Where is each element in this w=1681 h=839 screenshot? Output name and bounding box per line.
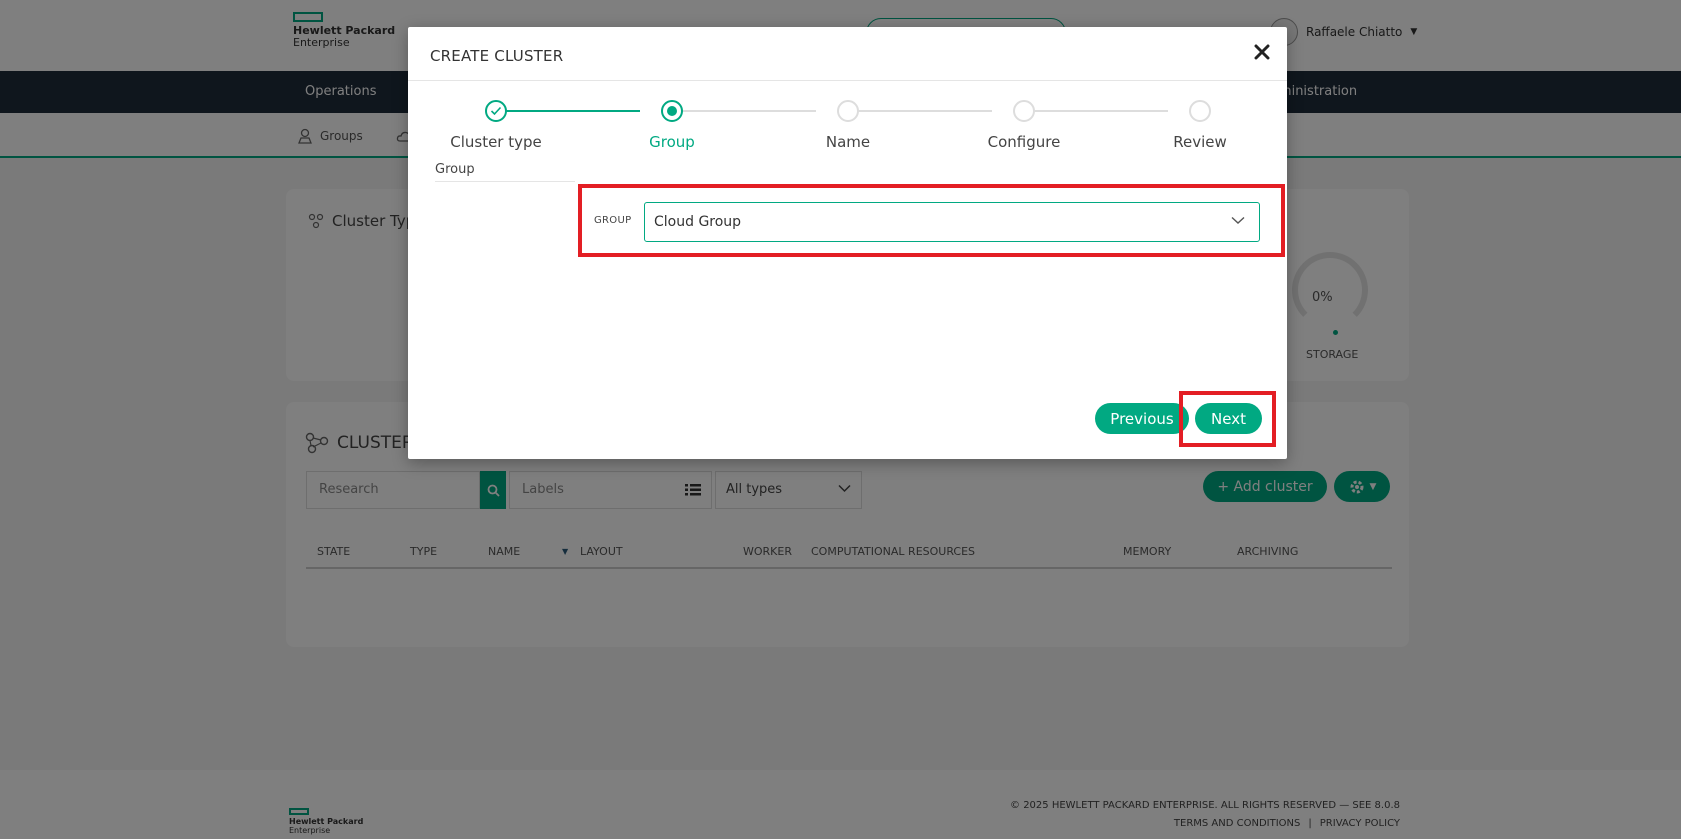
- step-label-configure: Configure: [987, 133, 1061, 151]
- close-button[interactable]: [1249, 39, 1275, 65]
- section-label: Group: [435, 162, 475, 177]
- group-select[interactable]: Cloud Group: [644, 202, 1260, 242]
- previous-button[interactable]: Previous: [1095, 403, 1189, 434]
- group-select-value: Cloud Group: [654, 214, 742, 230]
- modal-title: CREATE CLUSTER: [430, 47, 564, 65]
- step-cluster-type[interactable]: [485, 100, 507, 122]
- step-connector-3: [848, 110, 992, 112]
- next-button[interactable]: Next: [1195, 403, 1262, 434]
- step-connector-2: [672, 110, 816, 112]
- step-connector-1: [496, 110, 640, 112]
- create-cluster-modal: CREATE CLUSTER Cluster type Group Name C…: [408, 27, 1287, 459]
- step-label-cluster-type: Cluster type: [450, 133, 542, 151]
- step-name[interactable]: [837, 100, 859, 122]
- step-label-review: Review: [1173, 133, 1227, 151]
- step-connector-4: [1024, 110, 1168, 112]
- active-step-dot: [667, 106, 677, 116]
- check-icon: [490, 106, 502, 116]
- step-configure[interactable]: [1013, 100, 1035, 122]
- step-label-name: Name: [825, 133, 871, 151]
- step-review[interactable]: [1189, 100, 1211, 122]
- close-icon: [1254, 44, 1270, 60]
- step-group[interactable]: [661, 100, 683, 122]
- section-divider: [435, 181, 575, 182]
- step-label-group: Group: [649, 133, 695, 151]
- chevron-down-icon: [1231, 216, 1245, 224]
- modal-header: CREATE CLUSTER: [408, 27, 1287, 81]
- group-field-label: GROUP: [594, 215, 632, 226]
